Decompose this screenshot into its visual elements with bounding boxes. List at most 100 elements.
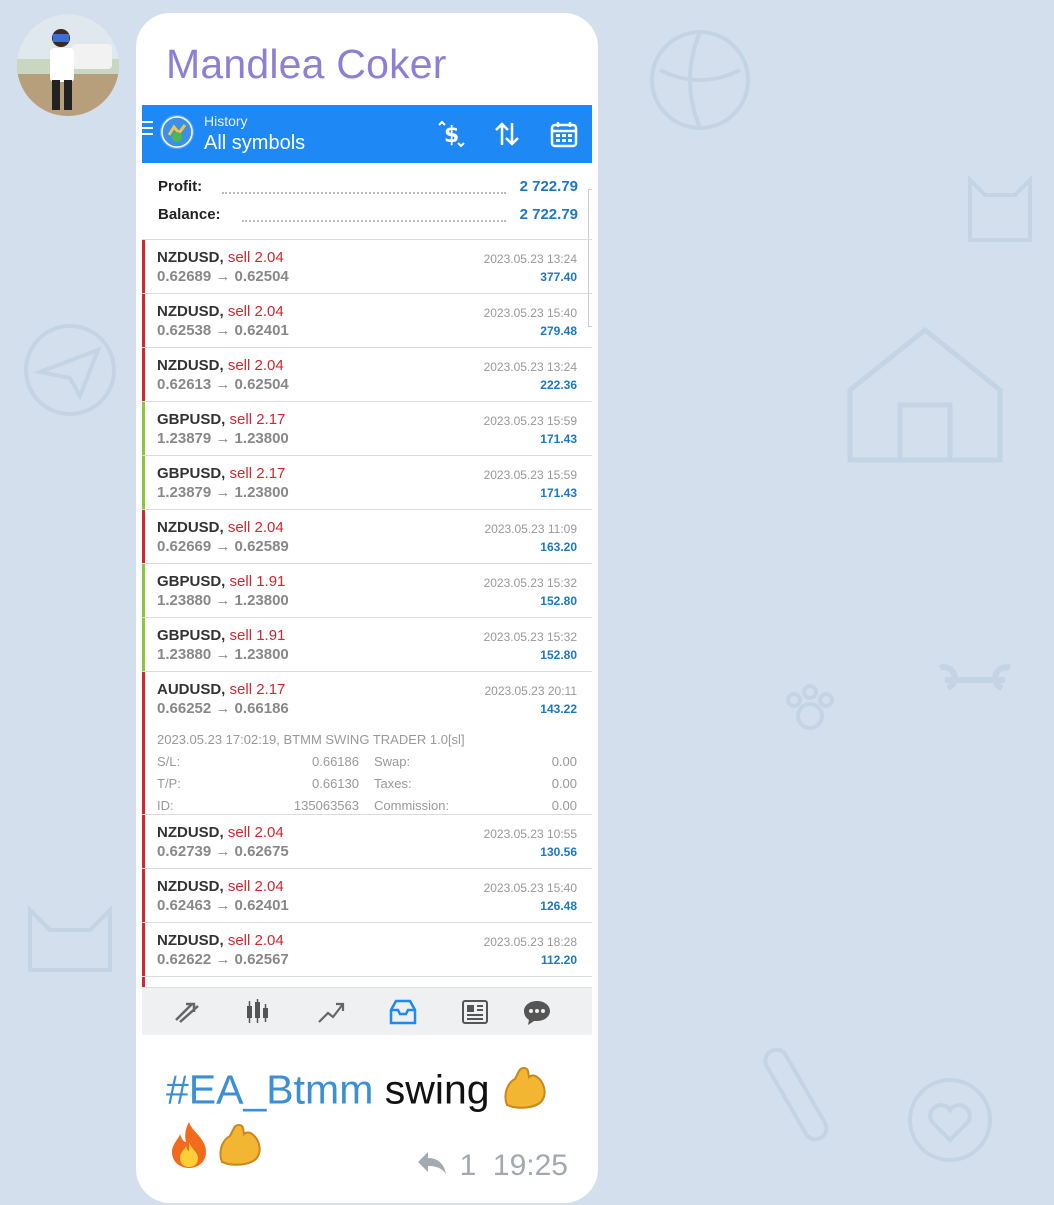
deal-prices: 0.62538 → 0.62401 bbox=[157, 322, 289, 339]
deal-time: 2023.05.23 15:59 bbox=[483, 468, 577, 482]
deal-prices: 1.23879 → 1.23800 bbox=[157, 430, 289, 447]
reply-count[interactable]: 1 bbox=[460, 1149, 477, 1182]
deal-profit: 279.48 bbox=[540, 324, 577, 338]
deal-row[interactable]: GBPUSD, sell 1.91 1.23880 → 1.23800 2023… bbox=[142, 563, 592, 617]
deal-direction-bar bbox=[142, 402, 145, 455]
deal-prices: 0.62739 → 0.62675 bbox=[157, 843, 289, 860]
balance-label: Balance: bbox=[158, 206, 221, 223]
deal-prices: 1.23880 → 1.23800 bbox=[157, 592, 289, 609]
account-summary: Profit: 2 722.79 Balance: 2 722.79 bbox=[142, 163, 592, 239]
deal-time: 2023.05.23 18:28 bbox=[483, 935, 577, 949]
deal-direction-bar bbox=[142, 456, 145, 509]
profit-value: 2 722.79 bbox=[519, 178, 578, 195]
deal-row[interactable]: NZDUSD, sell 2.04 0.62538 → 0.62401 2023… bbox=[142, 293, 592, 347]
news-icon[interactable] bbox=[460, 998, 490, 1026]
deal-time: 2023.05.23 10:55 bbox=[483, 827, 577, 841]
deal-time: 2023.05.23 13:24 bbox=[483, 360, 577, 374]
deal-symbol: NZDUSD, sell 2.04 bbox=[157, 824, 284, 841]
tp-value: 0.66130 bbox=[312, 776, 359, 791]
taxes-value: 0.00 bbox=[551, 776, 577, 791]
deal-direction-bar bbox=[142, 923, 145, 976]
history-icon[interactable] bbox=[388, 998, 418, 1026]
deal-row[interactable]: NZDUSD, sell 2.04 0.62669 → 0.62589 2023… bbox=[142, 509, 592, 563]
commission-label: Commission: bbox=[374, 798, 450, 813]
deal-side: sell 2.17 bbox=[229, 411, 286, 428]
tp-label: T/P: bbox=[157, 776, 181, 791]
sl-label: S/L: bbox=[157, 754, 181, 769]
deal-prices: 0.62463 → 0.62401 bbox=[157, 897, 289, 914]
deal-profit: 126.48 bbox=[540, 899, 577, 913]
deal-row[interactable]: NZDUSD, sell 2.04 0.62613 → 0.62504 2023… bbox=[142, 347, 592, 401]
deal-prices: 0.62613 → 0.62504 bbox=[157, 376, 289, 393]
deal-row[interactable]: NZDUSD, sell 2.04 0.62622 → 0.62567 2023… bbox=[142, 922, 592, 976]
deal-side: sell 1.91 bbox=[229, 573, 286, 590]
sender-name[interactable]: Mandlea Coker bbox=[166, 41, 447, 88]
deal-symbol: NZDUSD, sell 2.04 bbox=[157, 357, 284, 374]
deal-profit: 152.80 bbox=[540, 648, 577, 662]
deal-time: 2023.05.23 15:59 bbox=[483, 414, 577, 428]
id-label: ID: bbox=[157, 798, 174, 813]
sender-avatar[interactable] bbox=[17, 14, 119, 116]
deal-prices: 0.62669 → 0.62589 bbox=[157, 538, 289, 555]
deal-side: sell 1.91 bbox=[229, 627, 286, 644]
attached-screenshot[interactable]: History All symbols $ Profit: 2 722.79 B… bbox=[142, 105, 592, 1035]
app-logo-icon bbox=[160, 115, 194, 149]
deal-symbol: NZDUSD, sell 2.04 bbox=[157, 303, 284, 320]
deal-profit: 130.56 bbox=[540, 845, 577, 859]
deal-profit: 112.20 bbox=[540, 953, 577, 967]
deal-side: sell 2.04 bbox=[227, 824, 284, 841]
deal-row[interactable]: GBPUSD, sell 2.17 1.23879 → 1.23800 2023… bbox=[142, 401, 592, 455]
deal-row[interactable]: GBPUSD, sell 1.91 1.23880 → 1.23800 2023… bbox=[142, 617, 592, 671]
deal-profit: 377.40 bbox=[540, 270, 577, 284]
dollar-sort-icon[interactable]: $ bbox=[436, 119, 466, 149]
sl-value: 0.66186 bbox=[312, 754, 359, 769]
profit-row: Profit: 2 722.79 bbox=[158, 178, 578, 202]
deal-symbol: GBPUSD, sell 1.91 bbox=[157, 627, 286, 644]
profit-label: Profit: bbox=[158, 178, 203, 195]
message-time: 19:25 bbox=[492, 1149, 568, 1182]
deal-profit: 152.80 bbox=[540, 594, 577, 608]
deal-prices: 1.23879 → 1.23800 bbox=[157, 484, 289, 501]
dotted-leader bbox=[222, 192, 506, 194]
deal-side: sell 2.17 bbox=[229, 465, 286, 482]
deal-symbol: GBPUSD, sell 1.91 bbox=[157, 573, 286, 590]
deal-profit: 171.43 bbox=[540, 486, 577, 500]
commission-value: 0.00 bbox=[551, 798, 577, 813]
swap-label: Swap: bbox=[374, 754, 411, 769]
message-bubble: Mandlea Coker History All symbols $ Prof… bbox=[136, 13, 598, 1203]
deal-symbol: NZDUSD, sell 2.04 bbox=[157, 932, 284, 949]
header-title[interactable]: All symbols bbox=[204, 132, 305, 155]
deal-symbol: AUDUSD, sell 2.17 bbox=[157, 681, 286, 698]
message-meta: 1 19:25 bbox=[416, 1149, 568, 1184]
deal-direction-bar bbox=[142, 815, 145, 868]
deal-direction-bar bbox=[142, 240, 145, 293]
deal-direction-bar bbox=[142, 348, 145, 401]
sort-icon[interactable] bbox=[492, 119, 522, 149]
calendar-icon[interactable] bbox=[549, 119, 579, 149]
terminal-bottom-nav bbox=[142, 987, 592, 1035]
hashtag-link[interactable]: #EA_Btmm bbox=[166, 1066, 373, 1112]
deal-time: 2023.05.23 15:32 bbox=[483, 630, 577, 644]
deal-row-expanded[interactable]: AUDUSD, sell 2.17 0.66252 → 0.66186 2023… bbox=[142, 671, 592, 814]
deal-prices: 0.62622 → 0.62567 bbox=[157, 951, 289, 968]
balance-row: Balance: 2 722.79 bbox=[158, 206, 578, 230]
deal-side: sell 2.04 bbox=[227, 878, 284, 895]
deal-prices: 0.62689 → 0.62504 bbox=[157, 268, 289, 285]
deal-row[interactable]: NZDUSD, sell 2.04 0.62463 → 0.62401 2023… bbox=[142, 868, 592, 922]
quotes-icon[interactable] bbox=[172, 998, 202, 1026]
deal-row[interactable]: NZDUSD, sell 2.04 0.62689 → 0.62504 2023… bbox=[142, 239, 592, 293]
deal-side: sell 2.17 bbox=[229, 681, 286, 698]
chart-icon[interactable] bbox=[243, 998, 273, 1026]
deal-row[interactable]: NZDUSD, sell 2.04 0.62739 → 0.62675 2023… bbox=[142, 814, 592, 868]
trade-icon[interactable] bbox=[316, 998, 346, 1026]
reply-icon[interactable] bbox=[416, 1150, 448, 1184]
messages-icon[interactable] bbox=[522, 998, 552, 1026]
caption-text: swing bbox=[373, 1066, 501, 1113]
deal-symbol: NZDUSD, sell 2.04 bbox=[157, 878, 284, 895]
deal-symbol: NZDUSD, sell 2.04 bbox=[157, 519, 284, 536]
deal-side: sell 2.04 bbox=[227, 519, 284, 536]
deal-direction-bar bbox=[142, 510, 145, 563]
deal-row[interactable]: GBPUSD, sell 2.17 1.23879 → 1.23800 2023… bbox=[142, 455, 592, 509]
deal-side: sell 2.04 bbox=[227, 249, 284, 266]
menu-icon[interactable] bbox=[142, 121, 153, 139]
